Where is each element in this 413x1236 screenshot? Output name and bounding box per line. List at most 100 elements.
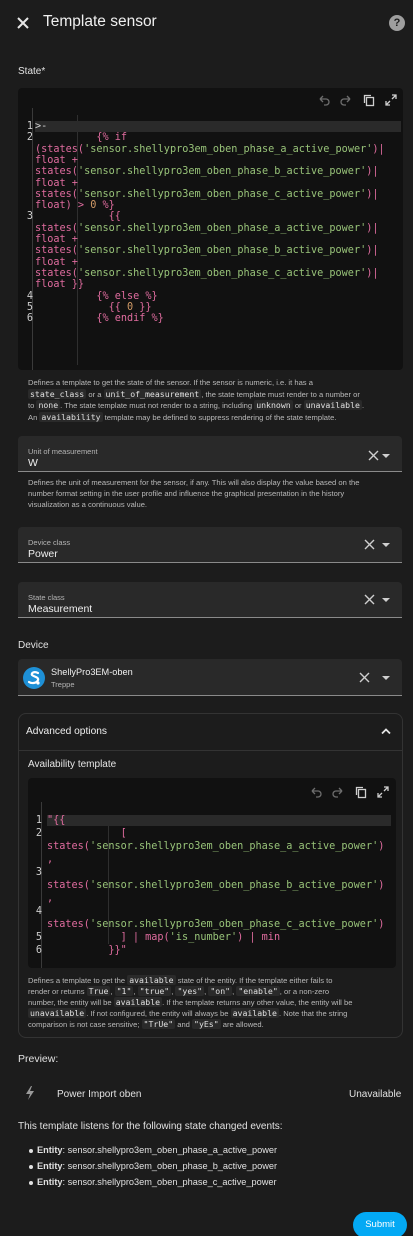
clear-icon[interactable] <box>359 672 370 683</box>
code-token: 'sensor.shellypro3em_oben_phase_c_active… <box>77 267 367 279</box>
code-token: 'sensor.shellypro3em_oben_phase_c_active… <box>89 919 379 930</box>
code-token: 'sensor.shellypro3em_oben_phase_b_active… <box>89 880 379 891</box>
code-line: float) > 0 %} <box>35 200 115 211</box>
line-number: 1 <box>26 121 33 132</box>
help-segment: render or returns <box>28 987 87 996</box>
help-button[interactable]: ? <box>389 15 405 31</box>
shelly-logo-icon <box>23 667 45 689</box>
help-segment: . If not configured, the entity will alw… <box>86 1009 231 1018</box>
chevron-up-icon[interactable] <box>381 727 391 735</box>
help-segment: . The state template must not render to … <box>60 401 255 410</box>
code-token: 'sensor.shellypro3em_oben_phase_a_active… <box>89 841 379 852</box>
code-chip: "on" <box>208 986 233 996</box>
help-segment: , the state template must render to a nu… <box>201 389 360 399</box>
code-token: states( <box>47 880 90 891</box>
listen-text: This template listens for the following … <box>18 1121 283 1132</box>
line-number: 3 <box>26 211 33 223</box>
list-item: Entity: sensor.shellypro3em_oben_phase_b… <box>29 1161 277 1171</box>
help-segment: number, the entity will be <box>28 998 114 1007</box>
clear-icon[interactable] <box>364 594 375 605</box>
code-token: {% else %} <box>35 290 158 302</box>
undo-icon[interactable] <box>309 785 323 799</box>
preview-entity-name[interactable]: Power Import oben <box>57 1089 142 1100</box>
help-segment: comparison is not case sensitive; <box>28 1020 142 1029</box>
help-segment: . Note that the string <box>278 1009 348 1018</box>
code-line: float + <box>35 257 78 268</box>
code-token: {% endif %} <box>35 313 164 325</box>
code-token: 'sensor.shellypro3em_oben_phase_c_active… <box>77 188 367 200</box>
code-line: }}" <box>47 945 126 956</box>
unit-field-label: Unit of measurement <box>28 447 98 456</box>
unit-of-measurement-field[interactable]: Unit of measurement W <box>18 436 402 472</box>
availability-template-editor[interactable]: 1 "{{2 [states('sensor.shellypro3em_oben_… <box>28 778 396 968</box>
device-section-label: Device <box>18 640 49 651</box>
advanced-options-panel: Advanced options Availability template 1… <box>18 713 403 1038</box>
clear-icon[interactable] <box>368 450 379 461</box>
code-token: >- <box>35 121 48 132</box>
code-line: , <box>47 893 53 904</box>
chevron-down-icon[interactable] <box>382 454 390 458</box>
code-chip: availability <box>39 411 103 422</box>
device-class-select[interactable]: Device class Power <box>18 527 402 563</box>
copy-icon[interactable] <box>362 93 376 107</box>
code-token: ) <box>378 841 385 852</box>
code-token: %} <box>96 200 115 212</box>
availability-code-lines: 1 "{{2 [states('sensor.shellypro3em_oben_… <box>21 815 391 965</box>
code-line: states('sensor.shellypro3em_oben_phase_c… <box>35 189 379 200</box>
code-token: 'is_number' <box>169 932 238 943</box>
line-number: 4 <box>26 290 33 302</box>
clear-icon[interactable] <box>364 539 375 550</box>
availability-help-text: Defines a template to get the available … <box>28 975 398 1030</box>
code-line: {{ 0 }} <box>35 302 152 313</box>
code-chip: state_class <box>28 388 87 399</box>
code-line: {% if <box>35 132 127 143</box>
redo-icon[interactable] <box>339 93 353 107</box>
submit-button[interactable]: Submit <box>353 1212 407 1236</box>
line-number: 2 <box>35 828 42 839</box>
code-token: }} <box>133 301 152 313</box>
advanced-options-header[interactable]: Advanced options <box>26 726 107 737</box>
code-token: )| <box>366 166 379 178</box>
code-line: "{{ <box>47 815 391 827</box>
code-line: >- <box>35 121 401 133</box>
code-chip: unavailable <box>303 400 362 410</box>
code-token: 'sensor.shellypro3em_oben_phase_a_active… <box>77 222 367 234</box>
chevron-down-icon[interactable] <box>382 598 390 602</box>
copy-icon[interactable] <box>354 785 368 799</box>
code-line: (states('sensor.shellypro3em_oben_phase_… <box>35 144 385 155</box>
close-button[interactable] <box>14 14 32 32</box>
code-line: {% endif %} <box>35 313 164 325</box>
help-segment: , or a non-zero <box>279 987 330 996</box>
preview-label: Preview: <box>18 1053 59 1065</box>
redo-icon[interactable] <box>331 785 345 799</box>
chevron-down-icon[interactable] <box>382 543 390 547</box>
code-line: float }} <box>35 279 84 290</box>
code-token: (states( <box>35 143 85 155</box>
code-line: states('sensor.shellypro3em_oben_phase_b… <box>35 245 379 256</box>
code-token: "{{ <box>47 815 66 826</box>
code-token: [ <box>47 828 127 839</box>
device-name: ShellyPro3EM-oben <box>51 667 133 677</box>
help-segment: template may be defined to suppress rend… <box>102 412 337 422</box>
help-segment: are allowed. <box>220 1020 264 1029</box>
code-token: float + <box>35 154 78 166</box>
help-segment: Defines a template to get the state of t… <box>28 378 313 387</box>
code-token: ) | min <box>237 932 281 943</box>
undo-icon[interactable] <box>317 93 331 107</box>
fullscreen-icon[interactable] <box>376 785 390 799</box>
code-line: {% else %} <box>35 290 158 302</box>
fullscreen-icon[interactable] <box>384 93 398 107</box>
help-line: unavailable. If not configured, the enti… <box>28 1008 398 1019</box>
code-token: )| <box>366 245 379 257</box>
help-line: comparison is not case sensitive; "TrUe"… <box>28 1019 398 1030</box>
state-template-editor[interactable]: 1 >- 2 {% if (states('sensor.shellypro3em_o… <box>18 88 403 370</box>
code-chip: unit_of_measurement <box>103 388 202 399</box>
chevron-down-icon[interactable] <box>382 676 390 680</box>
code-token: states( <box>35 166 78 178</box>
code-token: float + <box>35 177 78 189</box>
state-class-value: Measurement <box>28 603 93 615</box>
code-token: 'sensor.shellypro3em_oben_phase_a_active… <box>84 143 373 155</box>
state-class-select[interactable]: State class Measurement <box>18 582 402 618</box>
device-picker[interactable]: ShellyPro3EM-oben Treppe <box>18 659 402 696</box>
list-item: Entity: sensor.shellypro3em_oben_phase_a… <box>29 1145 277 1155</box>
